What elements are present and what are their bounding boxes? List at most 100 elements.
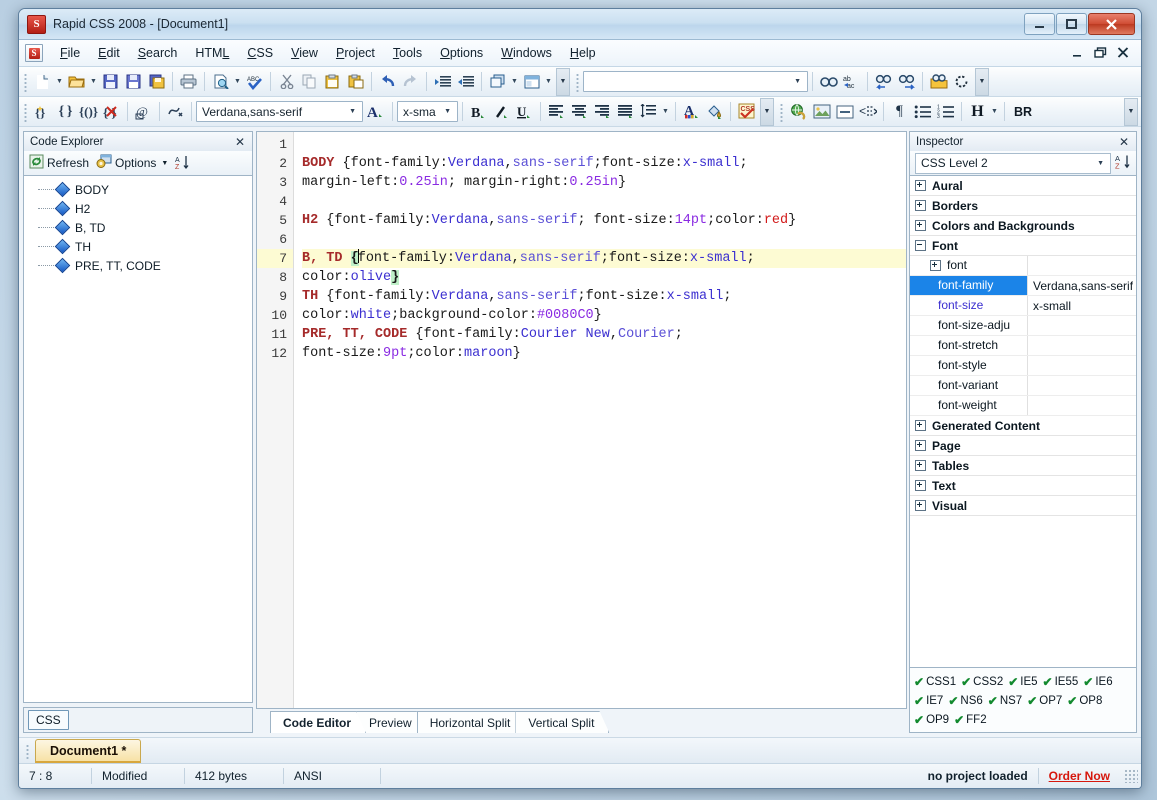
expand-icon[interactable]: [915, 460, 926, 471]
font-color-icon[interactable]: A: [363, 100, 388, 123]
inspector-property-row[interactable]: font: [910, 256, 1136, 276]
tree-item[interactable]: PRE, TT, CODE: [24, 256, 252, 275]
chevron-down-icon[interactable]: ▼: [1094, 160, 1107, 167]
braces-icon[interactable]: { }: [54, 100, 77, 123]
toolbar-overflow-button-2[interactable]: ▼: [975, 67, 989, 96]
css-validate-icon[interactable]: CSS: [735, 100, 758, 123]
paste-icon[interactable]: [321, 70, 344, 93]
align-center-icon[interactable]: [568, 100, 591, 123]
code-line[interactable]: font-size:9pt;color:maroon}: [302, 344, 906, 363]
property-value[interactable]: Verdana,sans-serif: [1028, 279, 1133, 293]
mdi-close-button[interactable]: [1117, 46, 1129, 60]
code-line[interactable]: color:white;background-color:#0080C0}: [302, 306, 906, 325]
layout-dropdown-icon[interactable]: ▼: [543, 70, 554, 93]
code-line[interactable]: PRE, TT, CODE {font-family:Courier New,C…: [302, 325, 906, 344]
inspector-property-row[interactable]: font-family Verdana,sans-serif: [910, 276, 1136, 296]
paragraph-icon[interactable]: ¶: [888, 100, 911, 123]
mdi-restore-button[interactable]: [1094, 46, 1107, 60]
tree-item[interactable]: H2: [24, 199, 252, 218]
expand-icon[interactable]: [915, 440, 926, 451]
paste-special-icon[interactable]: [344, 70, 367, 93]
address-input[interactable]: ▼: [583, 71, 808, 92]
chevron-down-icon[interactable]: ▼: [161, 160, 168, 167]
css-level-select[interactable]: CSS Level 2 ▼: [915, 152, 1111, 174]
menu-options[interactable]: Options: [431, 43, 492, 63]
minimize-button[interactable]: [1024, 13, 1055, 35]
open-folder-dropdown-icon[interactable]: ▼: [88, 70, 99, 93]
menu-css[interactable]: CSS: [238, 43, 282, 63]
inspector-group-colors-and-backgrounds[interactable]: Colors and Backgrounds: [910, 216, 1136, 236]
expand-icon[interactable]: [915, 200, 926, 211]
hyperlink-icon[interactable]: [787, 100, 810, 123]
code-explorer-tree[interactable]: BODY H2 B, TD TH PRE, TT, CODE: [23, 175, 253, 703]
refresh-button[interactable]: Refresh: [29, 154, 89, 172]
menu-view[interactable]: View: [282, 43, 327, 63]
toolbar-grip-3[interactable]: [22, 101, 29, 122]
code-line[interactable]: TH {font-family:Verdana,sans-serif;font-…: [302, 287, 906, 306]
inspector-group-page[interactable]: Page: [910, 436, 1136, 456]
tag-icon[interactable]: <: [856, 100, 879, 123]
toolbar-grip-4[interactable]: [778, 101, 785, 122]
replace-icon[interactable]: ab ac: [840, 70, 863, 93]
close-button[interactable]: [1088, 13, 1135, 35]
cut-icon[interactable]: [275, 70, 298, 93]
inspector-property-row[interactable]: font-weight: [910, 396, 1136, 416]
new-document-icon[interactable]: [31, 70, 54, 93]
menu-tools[interactable]: Tools: [384, 43, 431, 63]
close-icon[interactable]: ✕: [232, 135, 248, 149]
undo-icon[interactable]: [376, 70, 399, 93]
refresh-icon[interactable]: [950, 70, 973, 93]
inspector-group-font[interactable]: Font: [910, 236, 1136, 256]
code-text-area[interactable]: BODY {font-family:Verdana,sans-serif;fon…: [294, 132, 906, 708]
code-line[interactable]: [302, 135, 906, 154]
find-icon[interactable]: [817, 70, 840, 93]
align-right-icon[interactable]: [591, 100, 614, 123]
toolbar-grip[interactable]: [22, 71, 29, 92]
menu-html[interactable]: HTML: [186, 43, 238, 63]
sort-az-icon[interactable]: AZ: [175, 155, 192, 171]
expand-icon[interactable]: [930, 260, 941, 271]
menu-search[interactable]: Search: [129, 43, 187, 63]
document-type-chip[interactable]: CSS: [28, 710, 69, 730]
italic-icon[interactable]: [490, 100, 513, 123]
background-fill-icon[interactable]: [703, 100, 726, 123]
tree-item[interactable]: TH: [24, 237, 252, 256]
editor-tab-horizontal-split[interactable]: Horizontal Split: [417, 711, 526, 733]
underline-icon[interactable]: U: [513, 100, 536, 123]
code-line[interactable]: [302, 192, 906, 211]
new-document-dropdown-icon[interactable]: ▼: [54, 70, 65, 93]
code-line[interactable]: H2 {font-family:Verdana,sans-serif; font…: [302, 211, 906, 230]
find-next-icon[interactable]: [895, 70, 918, 93]
find-in-files-icon[interactable]: [927, 70, 950, 93]
code-line[interactable]: B, TD {font-family:Verdana,sans-serif;fo…: [302, 249, 906, 268]
inspector-group-text[interactable]: Text: [910, 476, 1136, 496]
property-value[interactable]: x-small: [1028, 299, 1071, 313]
menu-edit[interactable]: Edit: [89, 43, 129, 63]
spell-check-icon[interactable]: ABC: [243, 70, 266, 93]
inspector-property-row[interactable]: font-style: [910, 356, 1136, 376]
inspector-property-row[interactable]: font-variant: [910, 376, 1136, 396]
unordered-list-icon[interactable]: [911, 100, 934, 123]
code-line[interactable]: [302, 230, 906, 249]
doc-tabs-grip[interactable]: [24, 743, 31, 760]
delete-style-icon[interactable]: { }: [100, 100, 123, 123]
menu-file[interactable]: File: [51, 43, 89, 63]
menu-windows[interactable]: Windows: [492, 43, 561, 63]
expand-icon[interactable]: [915, 180, 926, 191]
print-preview-icon[interactable]: [209, 70, 232, 93]
find-previous-icon[interactable]: [872, 70, 895, 93]
ordered-list-icon[interactable]: 123: [934, 100, 957, 123]
document-menu-icon[interactable]: [25, 44, 43, 62]
editor-tab-code-editor[interactable]: Code Editor: [270, 711, 366, 733]
inspector-property-row[interactable]: font-stretch: [910, 336, 1136, 356]
mdi-minimize-button[interactable]: [1072, 47, 1084, 60]
tree-item[interactable]: B, TD: [24, 218, 252, 237]
collapse-icon[interactable]: [915, 240, 926, 251]
print-icon[interactable]: [177, 70, 200, 93]
align-left-icon[interactable]: [545, 100, 568, 123]
save-as-icon[interactable]: [122, 70, 145, 93]
expand-icon[interactable]: [915, 220, 926, 231]
toolbar-overflow-button-3[interactable]: ▼: [760, 97, 774, 126]
toolbar-grip-2[interactable]: [574, 71, 581, 92]
address-dropdown-icon[interactable]: ▼: [790, 78, 805, 85]
